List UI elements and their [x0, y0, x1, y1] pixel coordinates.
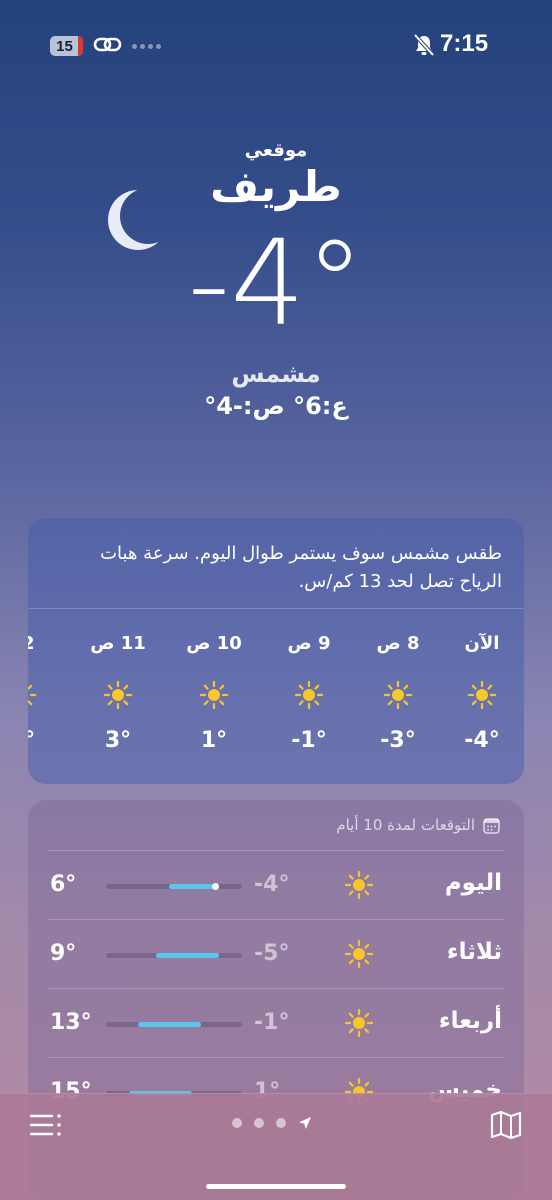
hour-temp: -4°	[464, 728, 500, 753]
high-low-temps: ع:6° ص:-4°	[204, 392, 348, 420]
forecast-high: 13°	[50, 1010, 92, 1035]
hour-temp: 3°	[104, 728, 132, 753]
current-temperature: -4°	[187, 214, 365, 352]
hour-label: 10 ص	[186, 633, 242, 654]
temp-range-bar	[106, 1022, 242, 1027]
status-bar: 15 7:15	[0, 0, 552, 90]
bottom-toolbar	[0, 1093, 552, 1200]
forecast-low: -1°	[254, 1010, 290, 1035]
temp-range-bar	[106, 883, 242, 890]
city-name: طريف	[210, 162, 342, 211]
sun-icon	[294, 680, 324, 710]
badge-count: 15	[56, 37, 73, 55]
calendar-icon	[483, 817, 500, 834]
sun-icon	[344, 870, 374, 900]
notification-badge[interactable]: 15	[50, 36, 83, 56]
hour-label: 11 ص	[90, 633, 146, 654]
hour-temp: 1°	[200, 728, 228, 753]
temp-range-bar	[106, 953, 242, 958]
hour-item: 12 4°	[28, 633, 52, 753]
status-time: 7:15	[440, 30, 489, 57]
current-temp-dot	[211, 883, 219, 890]
signal-dots	[132, 44, 161, 49]
divider	[28, 608, 524, 609]
forecast-row[interactable]: أربعاء -1° 13°	[28, 989, 524, 1058]
hour-label: الآن	[464, 633, 500, 654]
hour-temp: -3°	[380, 728, 416, 753]
hour-item: 9 ص -1°	[279, 633, 339, 753]
hour-item: الآن -4°	[452, 633, 512, 753]
weather-summary: طقس مشمس سوف يستمر طوال اليوم. سرعة هبات…	[100, 543, 502, 592]
map-icon[interactable]	[490, 1110, 522, 1140]
forecast-high: 6°	[50, 872, 77, 897]
sun-icon	[383, 680, 413, 710]
location-label: موقعي	[244, 140, 308, 161]
hour-item: 8 ص -3°	[368, 633, 428, 753]
forecast-row[interactable]: ثلاثاء -5° 9°	[28, 920, 524, 989]
hour-label: 12	[28, 633, 35, 654]
hour-label: 8 ص	[376, 633, 420, 654]
sun-icon	[199, 680, 229, 710]
forecast-day: أربعاء	[438, 1008, 502, 1034]
temp-range-fill	[137, 1022, 202, 1027]
hour-temp: -1°	[291, 728, 327, 753]
location-arrow-icon[interactable]	[298, 1116, 312, 1130]
badge-fill	[78, 36, 83, 56]
link-icon	[93, 37, 122, 52]
forecast-day: اليوم	[444, 870, 502, 896]
sun-icon	[28, 684, 37, 706]
forecast-title: التوقعات لمدة 10 أيام	[336, 816, 475, 834]
sun-icon	[467, 680, 497, 710]
hourly-forecast-card[interactable]: طقس مشمس سوف يستمر طوال اليوم. سرعة هبات…	[28, 518, 524, 784]
page-indicator[interactable]	[232, 1116, 312, 1130]
forecast-header: التوقعات لمدة 10 أيام	[336, 816, 500, 834]
bell-muted-icon	[413, 33, 435, 57]
hour-temp: 4°	[28, 728, 36, 753]
sun-icon	[344, 1008, 374, 1038]
forecast-day: ثلاثاء	[446, 939, 502, 965]
page-dot[interactable]	[254, 1118, 264, 1128]
forecast-row[interactable]: اليوم -4° 6°	[28, 851, 524, 920]
list-icon[interactable]	[30, 1112, 64, 1138]
hour-item: 10 ص 1°	[184, 633, 244, 753]
sun-icon	[344, 939, 374, 969]
temp-range-fill	[155, 953, 220, 958]
page-dot[interactable]	[276, 1118, 286, 1128]
sun-icon	[103, 680, 133, 710]
forecast-low: -4°	[254, 872, 290, 897]
hour-label: 9 ص	[287, 633, 331, 654]
temp-range-fill	[169, 884, 215, 889]
forecast-low: -5°	[254, 941, 290, 966]
weather-condition: مشمس	[231, 360, 321, 388]
page-dot[interactable]	[232, 1118, 242, 1128]
home-indicator	[206, 1184, 346, 1189]
hour-item: 11 ص 3°	[88, 633, 148, 753]
forecast-high: 9°	[50, 941, 77, 966]
